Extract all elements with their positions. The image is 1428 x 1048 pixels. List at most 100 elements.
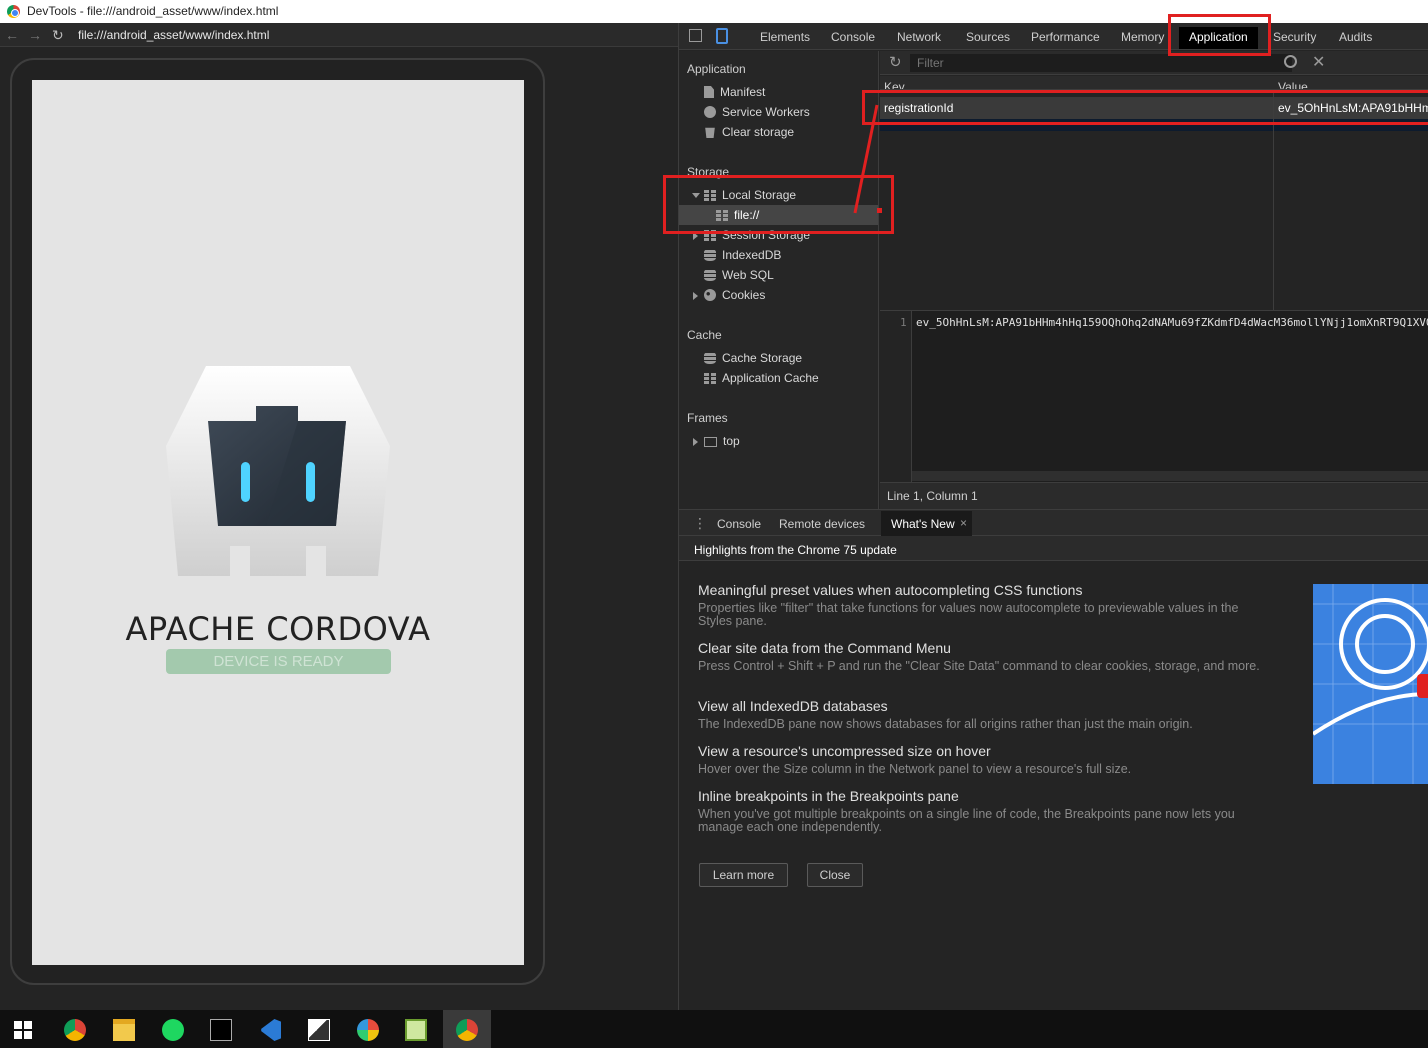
spotify-icon[interactable] (162, 1019, 184, 1041)
document-icon (704, 86, 714, 98)
device-frame: APACHE CORDOVA DEVICE IS READY (10, 58, 545, 985)
device-screen[interactable]: APACHE CORDOVA DEVICE IS READY (32, 80, 524, 965)
device-preview-panel: ← → ↻ file:///android_asset/www/index.ht… (0, 23, 678, 1010)
sidebar-item-top[interactable]: top (704, 431, 740, 451)
sidebar-item-label: Cookies (722, 288, 766, 302)
drawer-tab-bar: ⋮ Console Remote devices What's New × (679, 509, 1428, 536)
close-tab-icon[interactable]: × (960, 516, 967, 530)
news-description: Properties like "filter" that take funct… (698, 601, 1239, 628)
sidebar-item-label: Web SQL (722, 268, 774, 282)
url-text[interactable]: file:///android_asset/www/index.html (78, 28, 269, 42)
sidebar-item-indexeddb[interactable]: IndexedDB (704, 245, 781, 265)
file-explorer-icon[interactable] (113, 1019, 135, 1041)
promo-graphic (1313, 584, 1428, 784)
terminal-icon[interactable] (210, 1019, 232, 1041)
news-title: Inline breakpoints in the Breakpoints pa… (698, 788, 959, 804)
whats-new-content: Meaningful preset values when autocomple… (679, 561, 1428, 1010)
collapse-arrow-icon[interactable] (693, 438, 698, 446)
more-menu-icon[interactable]: ⋮ (693, 515, 707, 532)
cordova-logo-icon (166, 366, 390, 576)
device-toolbar-icon[interactable] (716, 28, 728, 44)
tab-elements[interactable]: Elements (760, 30, 810, 44)
delete-selected-icon[interactable]: ✕ (1312, 52, 1325, 72)
drawer-tab-console[interactable]: Console (717, 517, 761, 531)
news-title: View a resource's uncompressed size on h… (698, 743, 991, 759)
window-title: DevTools - file:///android_asset/www/ind… (27, 4, 279, 18)
annotation-connector-line (853, 104, 882, 214)
news-description: When you've got multiple breakpoints on … (698, 807, 1235, 834)
column-header-key[interactable]: Key (884, 80, 905, 89)
news-title: Clear site data from the Command Menu (698, 640, 951, 656)
inspect-element-icon[interactable] (689, 29, 702, 42)
sidebar-item-clear-storage[interactable]: Clear storage (704, 122, 794, 142)
learn-more-button[interactable]: Learn more (699, 863, 788, 887)
frame-icon (704, 437, 717, 447)
chrome-icon (7, 5, 20, 18)
application-sidebar: Application Manifest Service Workers Cle… (679, 51, 879, 509)
value-preview-editor[interactable]: 1 ev_5OhHnLsM:APA91bHHm4hHq159OQhOhq2dNA… (880, 310, 1428, 483)
chrome-icon[interactable] (64, 1019, 86, 1041)
close-button[interactable]: Close (807, 863, 863, 887)
gear-icon (704, 106, 716, 118)
notepad-icon[interactable] (405, 1019, 427, 1041)
annotation-box-application-tab (1168, 14, 1271, 56)
app-title: APACHE CORDOVA (125, 610, 431, 648)
section-frames: Frames (687, 411, 728, 425)
database-icon (704, 352, 716, 364)
sidebar-item-service-workers[interactable]: Service Workers (704, 102, 810, 122)
tab-console[interactable]: Console (831, 30, 875, 44)
news-description: The IndexedDB pane now shows databases f… (698, 717, 1193, 731)
editor-status-bar: Line 1, Column 1 (880, 482, 1428, 509)
sidebar-item-web-sql[interactable]: Web SQL (704, 265, 774, 285)
sidebar-item-manifest[interactable]: Manifest (704, 82, 765, 102)
news-title: Meaningful preset values when autocomple… (698, 582, 1083, 598)
trash-icon (705, 127, 715, 138)
sidebar-item-cache-storage[interactable]: Cache Storage (704, 348, 802, 368)
section-cache: Cache (687, 328, 722, 342)
table-header: Key Value (880, 76, 1428, 90)
photos-icon[interactable] (308, 1019, 330, 1041)
windows-taskbar (0, 1010, 1428, 1048)
sidebar-item-label: Clear storage (722, 125, 795, 139)
collapse-arrow-icon[interactable] (693, 292, 698, 300)
sidebar-item-label: Manifest (720, 85, 766, 99)
chrome-active-icon[interactable] (456, 1019, 478, 1041)
devtools-tab-bar: Elements Console Network Sources Perform… (679, 23, 1428, 50)
sidebar-item-application-cache[interactable]: Application Cache (704, 368, 819, 388)
horizontal-scrollbar[interactable] (912, 471, 1428, 481)
chrome-update-promo-image (1313, 584, 1428, 784)
line-number: 1 (900, 316, 907, 329)
tab-performance[interactable]: Performance (1031, 30, 1100, 44)
drawer-tab-remote-devices[interactable]: Remote devices (779, 517, 865, 531)
sidebar-item-label: Cache Storage (722, 351, 803, 365)
address-bar: ← → ↻ file:///android_asset/www/index.ht… (0, 23, 678, 47)
drawer-tab-whats-new[interactable]: What's New (891, 517, 955, 531)
tab-network[interactable]: Network (897, 30, 941, 44)
refresh-icon[interactable]: ↻ (889, 53, 902, 71)
sidebar-item-label: top (723, 434, 740, 448)
reload-icon[interactable]: ↻ (52, 27, 64, 44)
filter-input[interactable] (910, 54, 1292, 72)
sidebar-item-label: Service Workers (722, 105, 810, 119)
cookie-icon (704, 289, 716, 301)
whats-new-header: Highlights from the Chrome 75 update (679, 536, 1428, 561)
section-application: Application (687, 62, 746, 76)
annotation-box-key-row (862, 90, 1428, 125)
sidebar-item-label: IndexedDB (722, 248, 782, 262)
tab-sources[interactable]: Sources (966, 30, 1010, 44)
vscode-icon[interactable] (261, 1019, 281, 1041)
tab-security[interactable]: Security (1273, 30, 1316, 44)
windows-start-icon[interactable] (14, 1021, 32, 1039)
sidebar-item-cookies[interactable]: Cookies (704, 285, 765, 305)
column-header-value[interactable]: Value (1278, 80, 1308, 89)
database-icon (704, 249, 716, 261)
line-gutter: 1 (880, 311, 912, 483)
clear-all-icon[interactable] (1284, 55, 1297, 68)
back-icon[interactable]: ← (5, 27, 19, 43)
tab-audits[interactable]: Audits (1339, 30, 1372, 44)
paint-icon[interactable] (357, 1019, 379, 1041)
storage-toolbar: ↻ ✕ (880, 51, 1428, 75)
code-line[interactable]: ev_5OhHnLsM:APA91bHHm4hHq159OQhOhq2dNAMu… (916, 316, 1428, 329)
forward-icon[interactable]: → (28, 27, 42, 43)
tab-memory[interactable]: Memory (1121, 30, 1164, 44)
